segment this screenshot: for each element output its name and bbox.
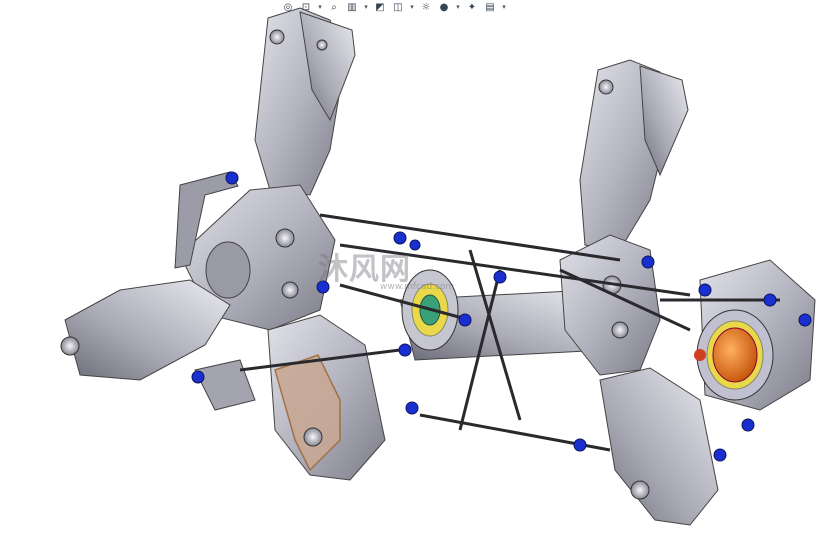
zoom-area-icon[interactable]: ⌕ [326,1,342,13]
left-bottom-plate [267,314,386,481]
chevron-down-icon[interactable]: ▾ [316,1,324,13]
view-settings-icon[interactable]: ▤ [482,1,498,13]
right-upper-fork [579,59,689,251]
edit-appearance-icon[interactable]: ☼ [418,1,434,13]
watermark-url: www.mfcad.com [380,282,455,292]
chevron-down-icon[interactable]: ▾ [362,1,370,13]
chevron-down-icon[interactable]: ▾ [454,1,462,13]
chevron-down-icon[interactable]: ▾ [500,1,508,13]
right-bottom-plate [599,367,719,526]
right-knuckle [559,234,661,376]
left-upper-fork [254,7,356,196]
left-lower-arm [60,279,231,381]
section-view-icon[interactable]: ▥ [344,1,360,13]
render-tools-icon[interactable]: ✦ [464,1,480,13]
view-orientation-icon[interactable]: ◎ [280,1,296,13]
view-toolbar: ◎ ⊡ ▾ ⌕ ▥ ▾ ◩ ◫ ▾ ☼ ● ▾ ✦ ▤ ▾ [280,0,508,14]
hide-show-icon[interactable]: ◫ [390,1,406,13]
chevron-down-icon[interactable]: ▾ [408,1,416,13]
right-wheel-hub [694,259,816,411]
apply-scene-icon[interactable]: ● [436,1,452,13]
display-style-icon[interactable]: ◩ [372,1,388,13]
zoom-to-fit-icon[interactable]: ⊡ [298,1,314,13]
